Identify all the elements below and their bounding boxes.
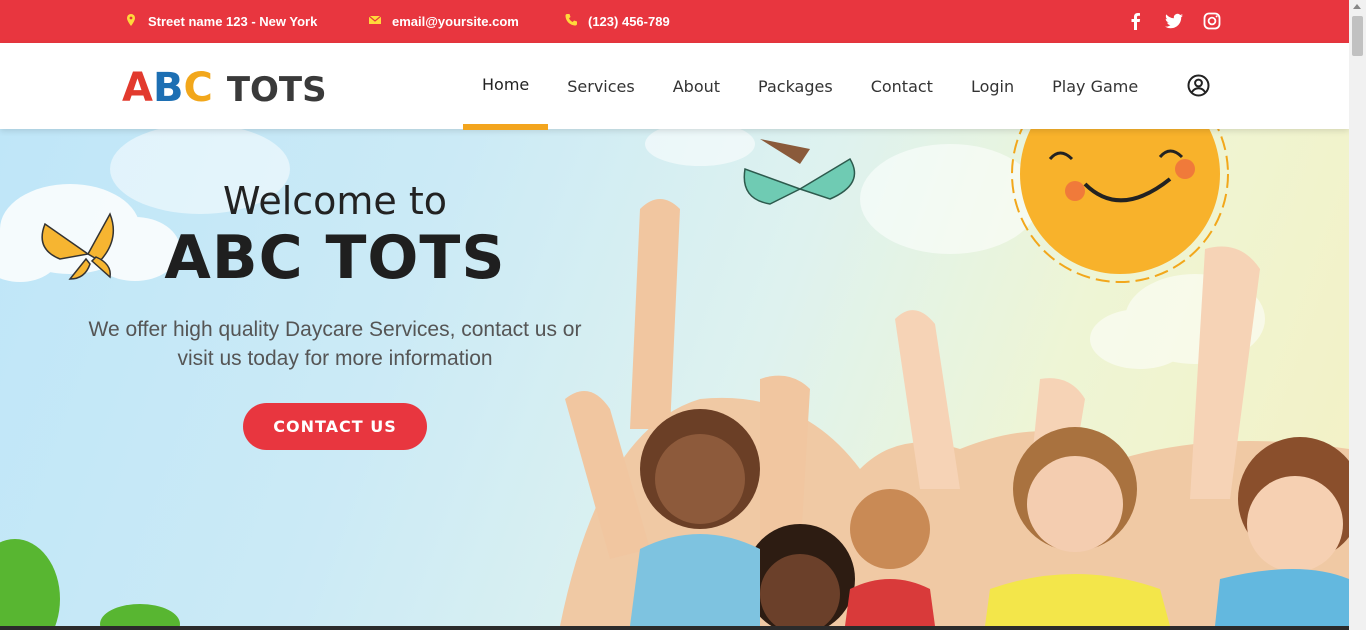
logo-word: TOTS [226,70,327,110]
email-text[interactable]: email@yoursite.com [392,14,519,29]
hero-welcome: Welcome to [222,179,448,223]
nav-home[interactable]: Home [463,43,549,130]
hero-tagline: We offer high quality Daycare Services, … [60,315,610,373]
main-nav: Home Services About Packages Contact Log… [463,43,1157,130]
hero-tagline-line2: visit us today for more information [177,347,493,370]
phone-icon [564,13,578,30]
nav-contact[interactable]: Contact [852,43,952,129]
top-bar: Street name 123 - New York email@yoursit… [0,0,1349,43]
nav-packages-label: Packages [758,76,833,96]
phone-info[interactable]: (123) 456-789 [564,13,670,30]
nav-services-label: Services [567,76,635,96]
nav-play-game[interactable]: Play Game [1033,43,1157,129]
scrollbar-thumb[interactable] [1352,16,1363,56]
hero-text: Welcome to ABC TOTS We offer high qualit… [60,179,610,450]
butterfly-teal [743,139,856,205]
nav-services[interactable]: Services [548,43,653,129]
site-logo[interactable]: ABC TOTS [122,65,327,111]
email-info[interactable]: email@yoursite.com [368,13,519,30]
logo-letter-b: B [152,65,184,111]
sun-illustration [1011,129,1229,283]
nav-login-label: Login [970,76,1015,96]
twitter-icon[interactable] [1164,11,1184,31]
page: Street name 123 - New York email@yoursit… [0,0,1349,630]
address-text: Street name 123 - New York [148,14,318,29]
nav-play-game-label: Play Game [1052,76,1139,96]
social-links [1126,11,1222,31]
nav-contact-label: Contact [870,76,933,96]
hero-tagline-line1: We offer high quality Daycare Services, … [88,318,582,341]
contact-us-button[interactable]: CONTACT US [243,403,427,450]
nav-about[interactable]: About [654,43,739,129]
nav-home-label: Home [482,74,530,94]
phone-text[interactable]: (123) 456-789 [588,14,670,29]
scroll-up-icon[interactable] [1353,4,1361,9]
user-circle-icon[interactable] [1187,74,1210,97]
logo-letter-c: C [183,65,213,111]
facebook-icon[interactable] [1126,11,1146,31]
hero-banner: Welcome to ABC TOTS We offer high qualit… [0,129,1349,626]
nav-login[interactable]: Login [952,43,1033,129]
bottom-edge [0,626,1366,630]
logo-letter-a: A [122,65,153,111]
map-pin-icon [124,13,138,30]
page-scrollbar[interactable] [1349,0,1366,630]
address-info: Street name 123 - New York [124,13,317,30]
nav-about-label: About [672,76,721,96]
hero-brand: ABC TOTS [164,223,506,293]
children-photo [560,199,1349,626]
nav-packages[interactable]: Packages [739,43,852,129]
envelope-icon [368,13,382,30]
logo-abc: ABC [122,65,213,111]
main-header: ABC TOTS Home Services About Packages Co… [0,43,1349,130]
instagram-icon[interactable] [1202,11,1222,31]
